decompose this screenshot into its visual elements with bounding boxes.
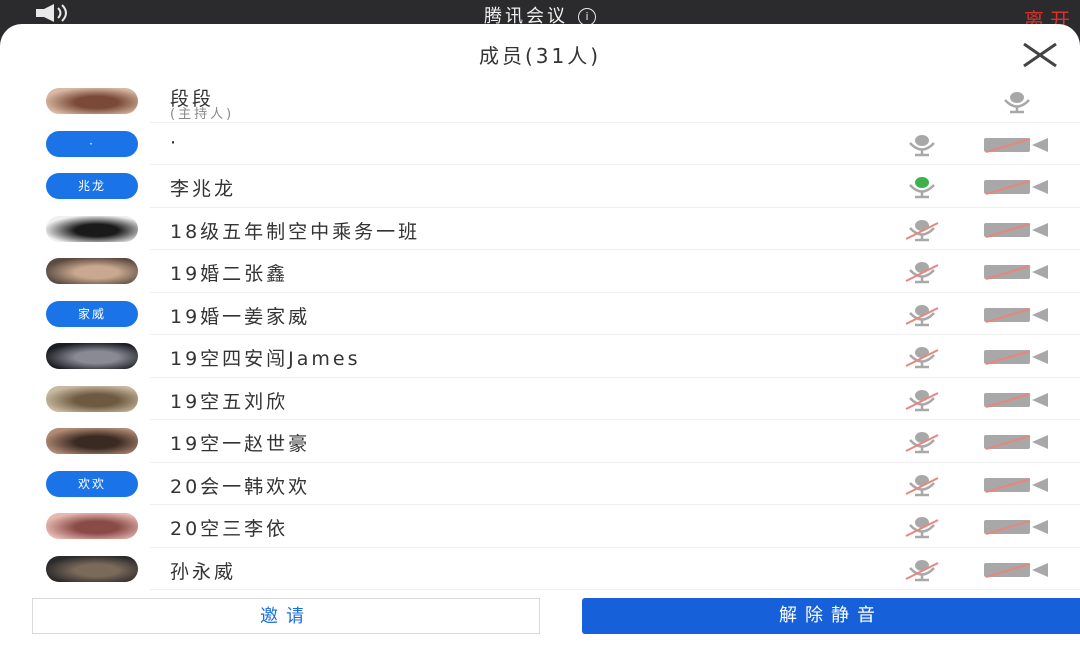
member-row[interactable]: 19空一赵世豪 (0, 420, 1080, 463)
avatar (46, 555, 138, 582)
member-name: 19空一赵世豪 (170, 433, 311, 455)
video-camera-icon[interactable] (982, 221, 1052, 239)
invite-button[interactable]: 邀请 (32, 598, 540, 634)
microphone-icon[interactable] (900, 387, 944, 413)
avatar (46, 513, 138, 539)
status-bar: 腾讯会议 i 离开 (0, 0, 1080, 32)
member-row[interactable]: 家威 19婚一姜家威 (0, 293, 1080, 336)
microphone-icon[interactable] (900, 132, 944, 158)
member-row[interactable]: 20空三李依 (0, 505, 1080, 548)
video-camera-icon[interactable] (982, 561, 1052, 579)
video-camera-icon[interactable] (982, 433, 1052, 451)
microphone-icon[interactable] (900, 514, 944, 540)
member-row[interactable]: 段段 (主持人) (0, 80, 1080, 123)
avatar: 欢欢 (46, 470, 138, 497)
microphone-icon[interactable] (900, 472, 944, 498)
avatar (46, 88, 138, 114)
member-row[interactable]: 欢欢 20会一韩欢欢 (0, 463, 1080, 506)
member-row[interactable]: 兆龙 李兆龙 (0, 165, 1080, 208)
member-name: 19空五刘欣 (170, 390, 289, 413)
avatar (46, 258, 138, 284)
member-row[interactable]: · · (0, 123, 1080, 166)
avatar (46, 215, 138, 242)
avatar: 家威 (46, 300, 138, 327)
video-camera-icon[interactable] (982, 306, 1052, 324)
microphone-icon[interactable] (900, 174, 944, 200)
members-panel: 成员(31人) 段段 (主持人) · · 兆龙 李兆龙 18级五年制空中乘务一班 19婚二张鑫… (0, 24, 1080, 650)
microphone-icon[interactable] (900, 259, 944, 285)
member-list: 段段 (主持人) · · 兆龙 李兆龙 18级五年制空中乘务一班 19婚二张鑫 家威 19婚一姜家… (0, 80, 1080, 590)
member-name: 孙永威 (170, 560, 237, 583)
video-camera-icon[interactable] (982, 348, 1052, 366)
member-name: 19婚二张鑫 (170, 263, 289, 285)
member-name: 李兆龙 (170, 178, 237, 200)
member-name: 19空四安闯James (170, 348, 361, 370)
video-camera-icon[interactable] (982, 518, 1052, 536)
microphone-icon[interactable] (900, 217, 944, 243)
video-camera-icon[interactable] (982, 178, 1052, 196)
microphone-icon[interactable] (900, 557, 944, 583)
video-camera-icon[interactable] (982, 136, 1052, 154)
member-name: 20空三李依 (170, 518, 289, 540)
avatar (46, 385, 138, 412)
member-row[interactable]: 19空四安闯James (0, 335, 1080, 378)
member-name: 18级五年制空中乘务一班 (170, 220, 421, 243)
avatar (46, 343, 138, 369)
member-row[interactable]: 18级五年制空中乘务一班 (0, 208, 1080, 251)
panel-title: 成员(31人) (478, 44, 602, 68)
microphone-icon[interactable] (900, 344, 944, 370)
unmute-button[interactable]: 解除静音 (582, 598, 1080, 634)
panel-header: 成员(31人) (0, 24, 1080, 80)
member-name: 20会一韩欢欢 (170, 475, 311, 498)
member-role: (主持人) (170, 107, 235, 122)
avatar: 兆龙 (46, 173, 138, 199)
member-row[interactable]: 孙永威 (0, 548, 1080, 591)
close-icon[interactable] (1020, 40, 1060, 70)
avatar: · (46, 130, 138, 157)
video-camera-icon[interactable] (982, 263, 1052, 281)
microphone-icon[interactable] (995, 89, 1039, 115)
video-camera-icon[interactable] (982, 391, 1052, 409)
member-row[interactable]: 19婚二张鑫 (0, 250, 1080, 293)
member-name: 19婚一姜家威 (170, 305, 311, 328)
footer: 邀请 解除静音 (0, 594, 1080, 650)
video-camera-icon[interactable] (982, 476, 1052, 494)
microphone-icon[interactable] (900, 302, 944, 328)
member-row[interactable]: 19空五刘欣 (0, 378, 1080, 421)
member-name: · (170, 131, 180, 154)
microphone-icon[interactable] (900, 429, 944, 455)
avatar (46, 428, 138, 454)
